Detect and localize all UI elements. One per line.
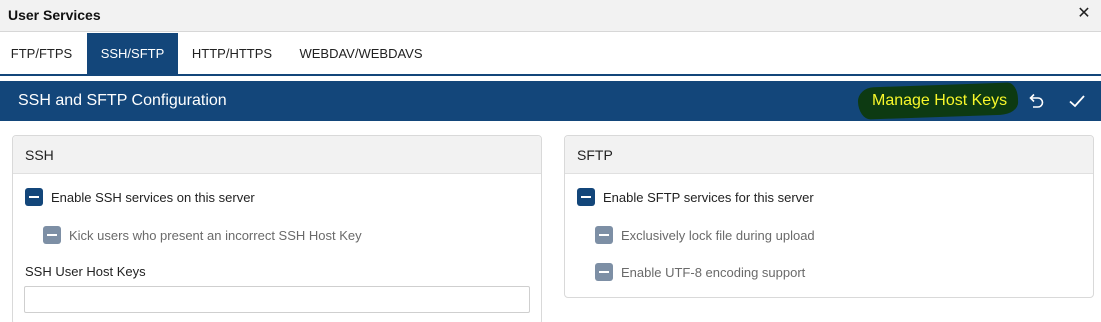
sftp-enable-row[interactable]: Enable SFTP services for this server: [577, 187, 814, 207]
ssh-kick-checkbox[interactable]: [43, 226, 61, 244]
sftp-enable-label: Enable SFTP services for this server: [603, 189, 814, 205]
sftp-panel-title: SFTP: [577, 147, 613, 163]
sftp-lock-row[interactable]: Exclusively lock file during upload: [595, 225, 815, 245]
ssh-panel-header: SSH: [13, 136, 541, 174]
config-title: SSH and SFTP Configuration: [18, 92, 227, 109]
tab-webdav-webdavs[interactable]: WEBDAV/WEBDAVS: [286, 33, 436, 75]
sftp-utf8-label: Enable UTF-8 encoding support: [621, 264, 806, 280]
service-tabs: FTP/FTPS SSH/SFTP HTTP/HTTPS WEBDAV/WEBD…: [0, 33, 1101, 76]
undo-icon[interactable]: [1025, 90, 1047, 112]
manage-host-keys-link[interactable]: Manage Host Keys: [872, 92, 1007, 110]
ssh-panel: SSH Enable SSH services on this server K…: [12, 135, 542, 322]
tab-http-https[interactable]: HTTP/HTTPS: [178, 33, 286, 75]
ssh-enable-row[interactable]: Enable SSH services on this server: [25, 187, 255, 207]
sftp-lock-label: Exclusively lock file during upload: [621, 227, 815, 243]
tab-ftp-ftps[interactable]: FTP/FTPS: [0, 33, 83, 75]
sftp-utf8-checkbox[interactable]: [595, 263, 613, 281]
tab-ssh-sftp[interactable]: SSH/SFTP: [87, 33, 178, 75]
ssh-kick-row[interactable]: Kick users who present an incorrect SSH …: [43, 225, 362, 245]
ssh-panel-title: SSH: [25, 147, 54, 163]
sftp-panel: SFTP Enable SFTP services for this serve…: [564, 135, 1094, 298]
sftp-lock-checkbox[interactable]: [595, 226, 613, 244]
checkmark-icon[interactable]: [1066, 90, 1088, 112]
window-title: User Services: [8, 7, 101, 23]
ssh-host-keys-input[interactable]: [24, 286, 530, 313]
ssh-host-keys-label: SSH User Host Keys: [25, 264, 146, 279]
close-icon[interactable]: ✕: [1075, 5, 1093, 23]
sftp-panel-header: SFTP: [565, 136, 1093, 174]
ssh-enable-label: Enable SSH services on this server: [51, 189, 255, 205]
window-titlebar: User Services ✕: [0, 0, 1101, 32]
config-header: SSH and SFTP Configuration Manage Host K…: [0, 81, 1101, 121]
sftp-enable-checkbox[interactable]: [577, 188, 595, 206]
ssh-enable-checkbox[interactable]: [25, 188, 43, 206]
sftp-utf8-row[interactable]: Enable UTF-8 encoding support: [595, 262, 805, 282]
ssh-kick-label: Kick users who present an incorrect SSH …: [69, 227, 362, 243]
